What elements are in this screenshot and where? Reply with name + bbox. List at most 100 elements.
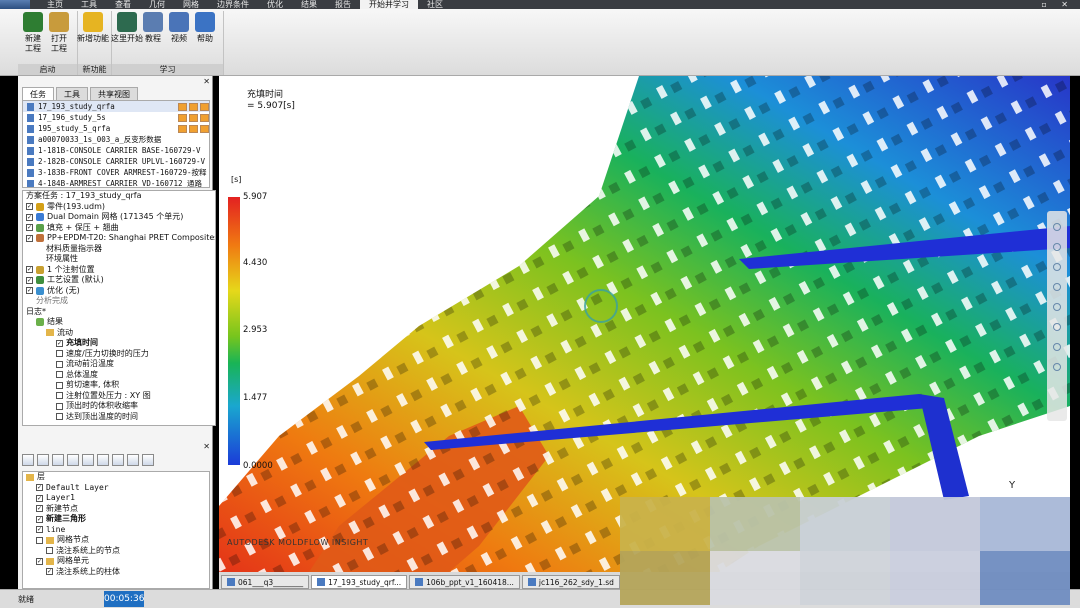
menu-tab[interactable]: 工具 <box>72 0 106 9</box>
tree-row[interactable]: 流动前沿温度 <box>23 359 215 370</box>
menu-tab[interactable]: 报告 <box>326 0 360 9</box>
checkbox[interactable] <box>56 392 63 400</box>
tree-row[interactable]: ✓ 新建三角形 <box>23 514 209 525</box>
checkbox[interactable]: ✓ <box>46 568 53 576</box>
menu-tab[interactable]: 几何 <box>140 0 174 9</box>
ribbon-group-name[interactable]: 新功能 <box>78 64 111 75</box>
study-list[interactable]: 17_193_study_qrfa 17_196_study_5s 195_stud… <box>22 100 210 188</box>
tree-row[interactable]: 剪切速率, 体积 <box>23 380 215 391</box>
menu-tab[interactable]: 网格 <box>174 0 208 9</box>
menu-tab[interactable]: 主页 <box>38 0 72 9</box>
menu-tab[interactable]: 优化 <box>258 0 292 9</box>
tree-row[interactable]: ✓ 优化 (无) <box>23 286 215 297</box>
checkbox[interactable]: ✓ <box>36 505 43 513</box>
tree-row[interactable]: 浇注系统上的节点 <box>23 546 209 557</box>
checkbox[interactable] <box>46 547 53 555</box>
checkbox[interactable]: ✓ <box>26 287 33 295</box>
tree-row[interactable]: ✓ 浇注系统上的柱体 <box>23 567 209 578</box>
check-icon[interactable] <box>52 454 64 466</box>
tree-row[interactable]: 网格节点 <box>23 535 209 546</box>
checkbox[interactable]: ✓ <box>36 484 43 492</box>
document-tab[interactable]: 17_193_study_qrf... <box>311 575 408 589</box>
tree-row[interactable]: 分析完成 <box>23 296 215 307</box>
edit-icon[interactable] <box>67 454 79 466</box>
tree-row[interactable]: ✓ Layer1 <box>23 493 209 504</box>
rotate-icon[interactable] <box>1053 303 1061 311</box>
checkbox[interactable] <box>56 360 63 368</box>
checkbox[interactable]: ✓ <box>36 526 43 534</box>
folder-icon[interactable] <box>37 454 49 466</box>
checkbox[interactable] <box>56 402 63 410</box>
window-controls[interactable]: ▫ ✕ <box>1041 0 1074 9</box>
tree-row[interactable]: 达到顶出温度的时间 <box>23 412 215 423</box>
tree-row[interactable]: ✓ 零件(193.udm) <box>23 202 215 213</box>
new-layer-icon[interactable] <box>22 454 34 466</box>
checkbox[interactable]: ✓ <box>26 224 33 232</box>
tree-row[interactable]: ✓ PP+EPDM-T20: Shanghai PRET Composites <box>23 233 215 244</box>
study-list-item[interactable]: 17_196_study_5s <box>23 112 209 123</box>
menu-tab[interactable]: 查看 <box>106 0 140 9</box>
document-tab[interactable]: 061___q3________ <box>221 575 310 589</box>
tree-row[interactable]: ✓ line <box>23 525 209 536</box>
tree-row[interactable]: 日志* <box>23 307 215 318</box>
tree-row[interactable]: ✓ 1 个注射位置 <box>23 265 215 276</box>
checkbox[interactable]: ✓ <box>26 234 33 242</box>
tree-row[interactable]: ✓ Dual Domain 网格 (171345 个单元) <box>23 212 215 223</box>
look-icon[interactable] <box>1053 323 1061 331</box>
assign-icon[interactable] <box>127 454 139 466</box>
checkbox[interactable]: ✓ <box>26 266 33 274</box>
document-tab[interactable]: jc116_262_sdy_1.sd <box>521 575 620 589</box>
viewcube-icon[interactable] <box>1053 223 1061 231</box>
tree-row[interactable]: ✓ 充填时间 <box>23 338 215 349</box>
study-list-item[interactable]: 4-184B-ARMREST CARRIER VD-160712 通路 <box>23 178 209 187</box>
menu-tab[interactable]: 社区 <box>418 0 452 9</box>
study-list-item[interactable]: 195_study_5_qrfa <box>23 123 209 134</box>
menu-tab[interactable]: 开始并学习 <box>360 0 418 9</box>
study-list-item[interactable]: 1-181B-CONSOLE CARRIER BASE-160729-V <box>23 145 209 156</box>
tree-row[interactable]: 流动 <box>23 328 215 339</box>
menu-tab[interactable]: 边界条件 <box>208 0 258 9</box>
checkbox[interactable] <box>56 371 63 379</box>
grid-icon[interactable] <box>112 454 124 466</box>
tree-row[interactable]: ✓ 网格单元 <box>23 556 209 567</box>
checkbox[interactable] <box>56 413 63 421</box>
document-tab[interactable]: 106b_ppt_v1_160418... <box>409 575 520 589</box>
tree-row[interactable]: 总体温度 <box>23 370 215 381</box>
study-list-item[interactable]: a00070033_1s_003_a_反变形数据 <box>23 134 209 145</box>
checkbox[interactable]: ✓ <box>26 203 33 211</box>
layers-icon[interactable] <box>1053 363 1061 371</box>
checkbox[interactable] <box>56 381 63 389</box>
study-tree[interactable]: 方案任务 : 17_193_study_qrfa ✓ 零件(193.udm) ✓ Dua… <box>22 190 216 426</box>
delete-layer-icon[interactable] <box>142 454 154 466</box>
close-icon[interactable]: ✕ <box>203 77 210 86</box>
tree-row[interactable]: ✓ 工艺设置 (默认) <box>23 275 215 286</box>
tree-row[interactable]: 速度/压力切换时的压力 <box>23 349 215 360</box>
checkbox[interactable]: ✓ <box>26 213 33 221</box>
tree-row[interactable]: 环境属性 <box>23 254 215 265</box>
ribbon-group-name[interactable]: 学习 <box>112 64 223 75</box>
tree-row[interactable]: ✓ 新建节点 <box>23 504 209 515</box>
ribbon-group-name[interactable]: 启动 <box>18 64 77 75</box>
checkbox[interactable] <box>56 350 63 358</box>
tree-row[interactable]: ✓ 填充 + 保压 + 翘曲 <box>23 223 215 234</box>
checkbox[interactable]: ✓ <box>36 557 43 565</box>
tree-row[interactable]: 材料质量指示器 <box>23 244 215 255</box>
checkbox[interactable] <box>36 536 43 544</box>
tree-row[interactable]: 注射位置处压力 : XY 图 <box>23 391 215 402</box>
layer-tree[interactable]: 层 ✓ Default Layer ✓ Layer1 ✓ 新建节点 ✓ 新建三角形 ✓ line 网格… <box>22 471 210 589</box>
tools-icon[interactable] <box>82 454 94 466</box>
checkbox[interactable]: ✓ <box>36 494 43 502</box>
tree-row[interactable]: 顶出时的体积收缩率 <box>23 401 215 412</box>
layer-icon[interactable] <box>97 454 109 466</box>
tree-row[interactable]: 层 <box>23 472 209 483</box>
close-icon[interactable]: ✕ <box>203 442 210 451</box>
checkbox[interactable]: ✓ <box>26 276 33 284</box>
checkbox[interactable]: ✓ <box>56 339 63 347</box>
pan-hand-icon[interactable] <box>1053 263 1061 271</box>
tree-row[interactable]: ✓ Default Layer <box>23 483 209 494</box>
pointer-icon[interactable] <box>1053 243 1061 251</box>
zoom-icon[interactable] <box>1053 283 1061 291</box>
app-logo-icon[interactable] <box>0 0 30 9</box>
menu-tab[interactable]: 结果 <box>292 0 326 9</box>
tree-row[interactable]: 结果 <box>23 317 215 328</box>
